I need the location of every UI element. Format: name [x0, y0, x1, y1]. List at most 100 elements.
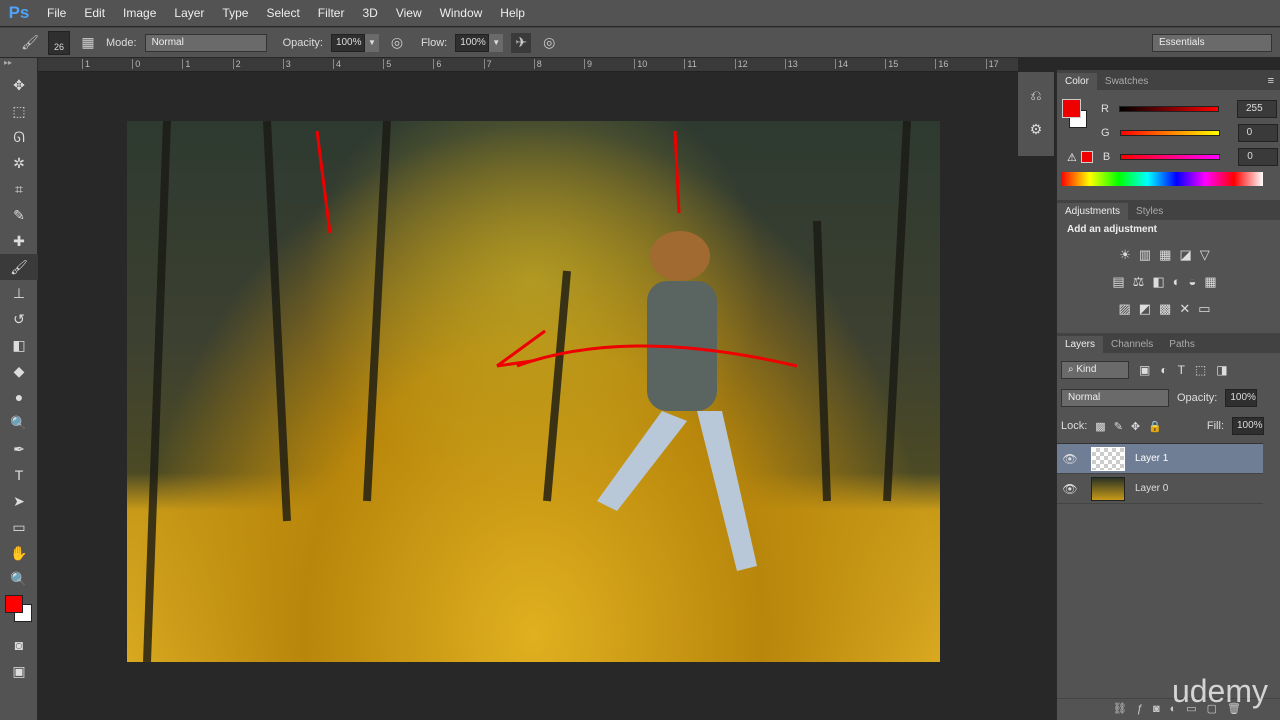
workspace-select[interactable]: Essentials [1152, 33, 1272, 52]
menu-select[interactable]: Select [257, 6, 308, 20]
r-slider[interactable] [1118, 106, 1219, 112]
document-canvas-photo[interactable] [127, 121, 940, 662]
layer-name[interactable]: Layer 0 [1135, 483, 1168, 494]
menu-window[interactable]: Window [431, 6, 492, 20]
tab-paths[interactable]: Paths [1161, 336, 1203, 353]
layer-thumbnail [1091, 446, 1125, 471]
mode-select[interactable]: Normal [144, 33, 267, 52]
opacity-input[interactable]: 100% [330, 33, 365, 52]
web-safe-swatch[interactable] [1080, 151, 1093, 163]
layer-opacity-label: Opacity: [1177, 392, 1218, 404]
r-value[interactable]: 255 [1236, 100, 1277, 118]
dodge-tool-icon[interactable]: 🔍 [0, 410, 38, 436]
blend-mode-select[interactable]: Normal [1061, 389, 1169, 407]
eyedropper-icon[interactable]: ✎ [0, 202, 38, 228]
ruler-tick-label: 10 [634, 59, 647, 69]
visibility-eye-icon[interactable]: 👁 [1057, 482, 1083, 496]
ruler-tick-label: 8 [533, 59, 542, 69]
flow-dropdown[interactable]: ▼ [489, 33, 504, 52]
g-slider[interactable] [1119, 130, 1220, 136]
color-fg-swatch[interactable] [1062, 99, 1081, 118]
menu-type[interactable]: Type [213, 6, 257, 20]
crop-tool-icon[interactable]: ⌗ [0, 176, 38, 202]
pressure-size-icon[interactable]: ◎ [539, 33, 559, 53]
menu-filter[interactable]: Filter [309, 6, 354, 20]
ruler-tick-label: 16 [935, 59, 948, 69]
blur-tool-icon[interactable]: ● [0, 384, 38, 410]
menu-image[interactable]: Image [114, 6, 165, 20]
screen-mode-icon[interactable]: ▣ [0, 658, 38, 684]
quick-mask-icon[interactable]: ◙ [0, 632, 38, 658]
ruler-tick-label: 0 [132, 59, 140, 69]
menu-file[interactable]: File [38, 6, 75, 20]
magic-wand-icon[interactable]: ✲ [0, 150, 38, 176]
history-panel-icon[interactable]: ⎌ [1018, 82, 1054, 108]
opacity-dropdown[interactable]: ▼ [364, 33, 379, 52]
tab-swatches[interactable]: Swatches [1097, 73, 1156, 90]
tab-styles[interactable]: Styles [1128, 203, 1171, 220]
fill-input[interactable]: 100% [1232, 417, 1264, 435]
tab-adjustments[interactable]: Adjustments [1057, 203, 1129, 220]
collapsed-panels-column: ⎌ ⚙ [1018, 72, 1054, 156]
color-swatches[interactable] [0, 592, 37, 632]
brush-panel-toggle-icon[interactable]: ▦ [78, 33, 98, 53]
layers-panel: ⌕ Kind ▣◐T⬚◨ Normal Opacity: 100% Lock: … [1057, 353, 1280, 443]
pressure-opacity-icon[interactable]: ◎ [387, 33, 407, 53]
flow-input[interactable]: 100% [455, 33, 490, 52]
rectangle-tool-icon[interactable]: ▭ [0, 514, 38, 540]
menu-view[interactable]: View [387, 6, 431, 20]
ruler-tick-label: 12 [734, 59, 748, 69]
lasso-tool-icon[interactable]: ᘏ [0, 124, 38, 150]
layer-opacity-input[interactable]: 100% [1225, 389, 1258, 407]
visibility-eye-icon[interactable]: 👁 [1057, 452, 1083, 466]
color-panel: R 255 G 0 ⚠ B 0 [1057, 90, 1280, 200]
move-tool-icon[interactable]: ✥ [0, 72, 38, 98]
layer-row[interactable]: 👁 Layer 1 [1057, 444, 1263, 474]
menu-edit[interactable]: Edit [75, 6, 114, 20]
healing-brush-icon[interactable]: ✚ [0, 228, 38, 254]
properties-panel-icon[interactable]: ⚙ [1018, 116, 1054, 142]
marquee-tool-icon[interactable]: ⬚ [0, 98, 38, 124]
b-value[interactable]: 0 [1238, 148, 1279, 166]
menu-3d[interactable]: 3D [353, 6, 386, 20]
layer-row[interactable]: 👁 Layer 0 [1057, 474, 1263, 504]
g-value[interactable]: 0 [1237, 124, 1278, 142]
tab-layers[interactable]: Layers [1057, 336, 1104, 353]
g-label: G [1101, 127, 1110, 139]
panel-menu-icon[interactable]: ≡ [1262, 72, 1280, 90]
lock-icons[interactable]: ▩✎✥🔒 [1095, 420, 1170, 433]
layers-panel-tabs: Layers Channels Paths [1057, 333, 1280, 353]
layer-filter-icons[interactable]: ▣◐T⬚◨ [1139, 363, 1238, 377]
photoshop-logo: Ps [8, 3, 30, 22]
airbrush-icon[interactable]: ✈ [511, 32, 532, 53]
brush-size-picker[interactable]: 26 [48, 30, 70, 55]
gamut-warning-icon[interactable]: ⚠ [1067, 151, 1077, 164]
type-tool-icon[interactable]: T [0, 462, 38, 488]
adjustment-icons[interactable]: ☀▥▦◪▽ ▤⚖◧◐◒▦ ▨◩▩✕▭ [1067, 241, 1270, 322]
foreground-color-swatch[interactable] [5, 595, 23, 613]
layer-filter-kind-select[interactable]: ⌕ Kind [1061, 361, 1129, 379]
pen-tool-icon[interactable]: ✒ [0, 436, 38, 462]
girl-legs [597, 411, 757, 571]
b-slider[interactable] [1120, 154, 1221, 160]
color-spectrum-ramp[interactable] [1061, 172, 1263, 186]
menu-layer[interactable]: Layer [165, 6, 213, 20]
hand-tool-icon[interactable]: ✋ [0, 540, 38, 566]
layer-name[interactable]: Layer 1 [1135, 453, 1168, 464]
path-selection-icon[interactable]: ➤ [0, 488, 38, 514]
brush-tool-icon[interactable]: 🖌 [0, 254, 38, 280]
options-bar: 🖌 26 ▦ Mode: Normal Opacity: 100% ▼ ◎ Flo… [0, 27, 1280, 57]
brush-tool-preset-icon[interactable]: 🖌 [20, 33, 40, 53]
zoom-tool-icon[interactable]: 🔍 [0, 566, 38, 592]
history-brush-icon[interactable]: ↺ [0, 306, 38, 332]
clone-stamp-icon[interactable]: ⊥ [0, 280, 38, 306]
ruler-tick-label: 15 [885, 59, 898, 69]
eraser-icon[interactable]: ◧ [0, 332, 38, 358]
tab-channels[interactable]: Channels [1103, 336, 1161, 353]
tab-color[interactable]: Color [1057, 73, 1097, 90]
adjustments-panel-tabs: Adjustments Styles [1057, 200, 1280, 220]
adjustments-panel: Add an adjustment ☀▥▦◪▽ ▤⚖◧◐◒▦ ▨◩▩✕▭ [1057, 220, 1280, 333]
ruler-tick-label: 11 [684, 59, 697, 69]
paint-bucket-icon[interactable]: ◆ [0, 358, 38, 384]
menu-help[interactable]: Help [491, 6, 534, 20]
